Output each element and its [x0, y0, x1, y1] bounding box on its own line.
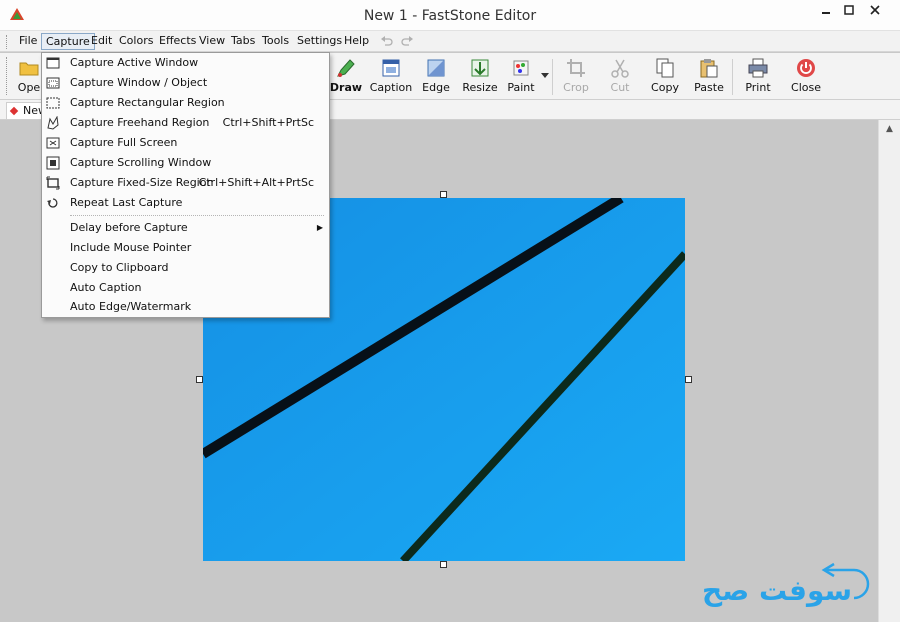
edge-icon: [427, 59, 445, 77]
watermark-logo-icon: سوفت صح: [702, 562, 870, 607]
scroll-up-icon[interactable]: ▲: [879, 120, 900, 138]
capture-full-screen-item[interactable]: Capture Full Screen: [42, 133, 329, 153]
capture-scrolling-window-item[interactable]: Capture Scrolling Window: [42, 153, 329, 173]
title-bar: New 1 - FastStone Editor: [0, 0, 900, 31]
paint-dropdown-icon[interactable]: [541, 73, 549, 79]
menu-settings[interactable]: Settings: [293, 33, 346, 50]
watermark-text: سوفت صح: [702, 574, 852, 607]
undo-icon[interactable]: [380, 36, 394, 48]
rect-region-icon: [46, 97, 60, 109]
capture-menu: Capture Active Window Capture Window / O…: [41, 52, 330, 318]
resize-icon: [471, 59, 489, 77]
menu-effects[interactable]: Effects: [155, 33, 200, 50]
print-button[interactable]: Print: [736, 56, 780, 98]
close-button[interactable]: Close: [784, 56, 828, 98]
power-icon: [797, 59, 815, 77]
resize-handle-top[interactable]: [440, 191, 447, 198]
freehand-icon: [47, 116, 59, 130]
menu-help[interactable]: Help: [340, 33, 373, 50]
menubar-grip[interactable]: [6, 35, 9, 49]
include-mouse-pointer-item[interactable]: Include Mouse Pointer: [42, 238, 329, 258]
menu-view[interactable]: View: [195, 33, 229, 50]
delay-before-capture-item[interactable]: Delay before Capture ▶: [42, 218, 329, 238]
window-title: New 1 - FastStone Editor: [363, 8, 537, 24]
paste-button[interactable]: Paste: [687, 56, 731, 98]
maximize-icon: [844, 5, 854, 15]
caption-icon: [382, 59, 400, 77]
copy-to-clipboard-item[interactable]: Copy to Clipboard: [42, 258, 329, 278]
menu-edit[interactable]: Edit: [87, 33, 116, 50]
capture-rectangular-region-item[interactable]: Capture Rectangular Region: [42, 93, 329, 113]
capture-freehand-region-item[interactable]: Capture Freehand Region Ctrl+Shift+PrtSc: [42, 113, 329, 133]
redo-icon[interactable]: [400, 36, 414, 48]
crop-button[interactable]: Crop: [554, 56, 598, 98]
draw-button[interactable]: Draw: [324, 56, 368, 98]
fixed-size-icon: [46, 176, 60, 190]
window-icon: [46, 57, 60, 69]
submenu-arrow-icon: ▶: [316, 223, 323, 232]
close-window-button[interactable]: [861, 2, 889, 22]
edge-button[interactable]: Edge: [414, 56, 458, 98]
copy-button[interactable]: Copy: [643, 56, 687, 98]
paste-icon: [700, 59, 718, 78]
auto-edge-watermark-item[interactable]: Auto Edge/Watermark: [42, 297, 329, 317]
cut-button[interactable]: Cut: [598, 56, 642, 98]
menu-bar: File Capture Edit Colors Effects View Ta…: [0, 31, 900, 52]
draw-icon: [337, 59, 355, 77]
menu-tools[interactable]: Tools: [258, 33, 293, 50]
close-icon: [870, 5, 880, 15]
open-folder-icon: [19, 62, 39, 76]
fullscreen-icon: [46, 137, 60, 149]
resize-button[interactable]: Resize: [458, 56, 502, 98]
toolbar-grip[interactable]: [6, 57, 9, 95]
capture-fixed-size-region-item[interactable]: Capture Fixed-Size Region Ctrl+Shift+Alt…: [42, 173, 329, 193]
copy-icon: [656, 58, 674, 78]
caption-button[interactable]: Caption: [369, 56, 413, 98]
menu-separator: [70, 215, 324, 216]
capture-active-window-item[interactable]: Capture Active Window: [42, 53, 329, 73]
window-object-icon: [46, 77, 60, 89]
resize-handle-bottom[interactable]: [440, 561, 447, 568]
menu-colors[interactable]: Colors: [115, 33, 157, 50]
paint-button[interactable]: Paint: [499, 56, 543, 98]
maximize-button[interactable]: [835, 2, 863, 22]
toolbar-separator: [552, 59, 553, 95]
minimize-icon: [822, 12, 830, 14]
site-watermark: سوفت صح: [694, 560, 874, 618]
resize-handle-left[interactable]: [196, 376, 203, 383]
menu-tabs[interactable]: Tabs: [227, 33, 259, 50]
toolbar-separator: [732, 59, 733, 95]
scrolling-icon: [46, 156, 60, 170]
repeat-icon: [47, 198, 58, 208]
menu-file[interactable]: File: [15, 33, 41, 50]
repeat-last-capture-item[interactable]: Repeat Last Capture: [42, 193, 329, 213]
printer-icon: [748, 58, 768, 78]
resize-handle-right[interactable]: [685, 376, 692, 383]
scissors-icon: [611, 59, 629, 78]
paint-palette-icon: [513, 60, 529, 76]
capture-window-object-item[interactable]: Capture Window / Object: [42, 73, 329, 93]
auto-caption-item[interactable]: Auto Caption: [42, 278, 329, 298]
crop-icon: [567, 59, 585, 77]
tab-modified-icon: [9, 106, 19, 116]
vertical-scrollbar[interactable]: ▲: [878, 120, 900, 622]
